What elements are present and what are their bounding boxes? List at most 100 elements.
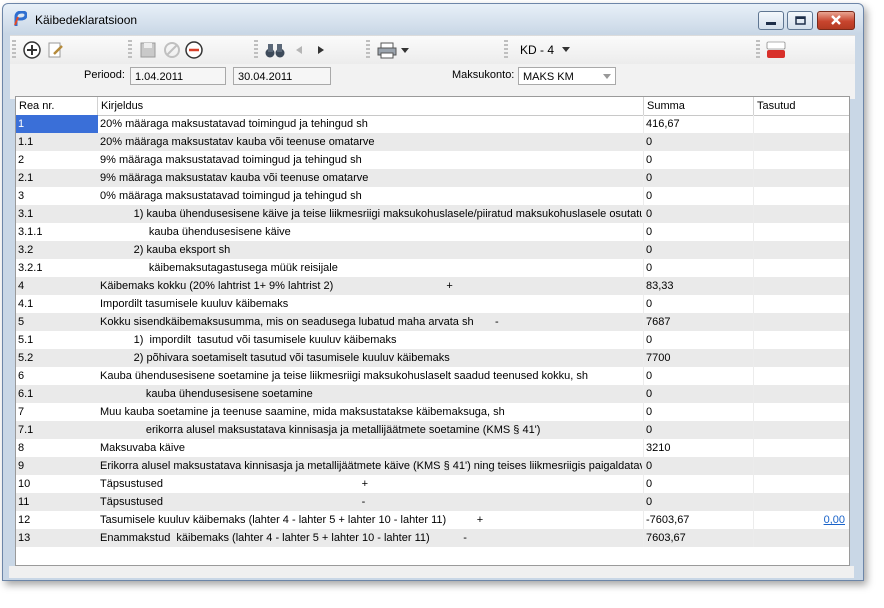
table-row[interactable]: 12 Tasumisele kuuluv käibemaks (lahter 4 … <box>16 511 849 529</box>
description-cell: Impordilt tasumisele kuuluv käibemaks <box>100 298 289 310</box>
table-row[interactable]: 3.2.1 käibemaksutagastusega müük reisija… <box>16 259 849 277</box>
paid-cell <box>754 367 849 385</box>
tax-account-value: MAKS KM <box>523 71 574 83</box>
description-cell: 1) kauba ühendusesisene käive ja teise l… <box>100 208 642 220</box>
paid-cell <box>754 295 849 313</box>
paid-cell <box>754 331 849 349</box>
header-row-nr[interactable]: Rea nr. <box>16 97 98 115</box>
paid-cell <box>754 457 849 475</box>
paid-cell <box>754 475 849 493</box>
toolbar-grip-3[interactable] <box>254 40 258 60</box>
sum-cell: 83,33 <box>646 280 674 292</box>
close-button[interactable] <box>817 11 855 30</box>
period-start-field[interactable]: 1.04.2011 <box>130 67 226 85</box>
row-number-cell: 6 <box>18 370 25 382</box>
printer-dropdown-icon[interactable] <box>400 40 410 60</box>
header-description[interactable]: Kirjeldus <box>98 97 644 115</box>
toolbar-grip-5[interactable] <box>504 40 508 60</box>
tax-account-select[interactable]: MAKS KM <box>518 67 616 85</box>
sum-cell: 7700 <box>646 352 671 364</box>
tax-account-label: Maksukonto: <box>452 69 515 81</box>
description-cell: Enammakstud käibemaks (lahter 4 - lahter… <box>100 532 467 544</box>
table-row[interactable]: 3.1 1) kauba ühendusesisene käive ja tei… <box>16 205 849 223</box>
description-cell: Erikorra alusel maksustatava kinnisasja … <box>100 460 642 472</box>
edit-icon[interactable] <box>46 40 66 60</box>
header-paid[interactable]: Tasutud <box>754 97 849 115</box>
table-row[interactable]: 1.1 20% määraga maksustatav kauba või tee… <box>16 133 849 151</box>
toolbar-grip[interactable] <box>12 40 16 60</box>
table-row[interactable]: 10 Täpsustused + 0 <box>16 475 849 493</box>
paid-cell <box>754 133 849 151</box>
minimize-button[interactable] <box>758 11 784 30</box>
table-row[interactable]: 4.1 Impordilt tasumisele kuuluv käibemaks… <box>16 295 849 313</box>
table-row[interactable]: 2 9% määraga maksustatavad toimingud ja t… <box>16 151 849 169</box>
period-end-field[interactable]: 30.04.2011 <box>233 67 331 85</box>
table-header: Rea nr. Kirjeldus Summa Tasutud <box>16 97 849 116</box>
description-cell: 20% määraga maksustatavad toimingud ja t… <box>100 118 368 130</box>
table-row[interactable]: 6 Kauba ühendusesisene soetamine ja teise… <box>16 367 849 385</box>
row-number-cell: 1 <box>16 115 98 133</box>
table-row[interactable]: 2.1 9% määraga maksustatav kauba või teen… <box>16 169 849 187</box>
row-number-cell: 2 <box>18 154 25 166</box>
paid-cell <box>754 529 849 547</box>
next-icon[interactable] <box>314 40 328 60</box>
row-number-cell: 8 <box>18 442 25 454</box>
toolbar: KD - 4 <box>10 35 855 65</box>
table-row[interactable]: 5 Kokku sisendkäibemaksusumma, mis on sea… <box>16 313 849 331</box>
sum-cell: 416,67 <box>646 118 680 130</box>
column-divider <box>753 115 754 547</box>
table-row[interactable]: 3.2 2) kauba eksport sh 0 <box>16 241 849 259</box>
report-selector-label: KD - 4 <box>520 43 555 57</box>
table-row[interactable]: 8 Maksuvaba käive 3210 <box>16 439 849 457</box>
header-sum[interactable]: Summa <box>644 97 754 115</box>
table-row[interactable]: 11 Täpsustused - 0 <box>16 493 849 511</box>
toolbar-grip-6[interactable] <box>756 40 760 60</box>
paid-cell[interactable]: 0,00 <box>754 511 849 529</box>
delete-icon[interactable] <box>184 40 204 60</box>
table-row[interactable]: 3 0% määraga maksustatavad toimingud ja t… <box>16 187 849 205</box>
description-cell: Täpsustused + <box>100 478 369 490</box>
toolbar-grip-2[interactable] <box>128 40 132 60</box>
printer-icon[interactable] <box>376 40 398 60</box>
cancel-icon[interactable] <box>162 40 182 60</box>
add-icon[interactable] <box>22 40 42 60</box>
table-row[interactable]: 6.1 kauba ühendusesisene soetamine 0 <box>16 385 849 403</box>
paid-cell <box>754 187 849 205</box>
sum-cell: 0 <box>646 262 653 274</box>
table-row[interactable]: 9 Erikorra alusel maksustatava kinnisasja… <box>16 457 849 475</box>
save-icon[interactable] <box>138 40 158 60</box>
description-cell: 9% määraga maksustatav kauba või teenuse… <box>100 172 369 184</box>
youtube-icon[interactable] <box>766 40 786 60</box>
sum-cell: 0 <box>646 298 653 310</box>
description-cell: 9% määraga maksustatavad toimingud ja te… <box>100 154 362 166</box>
row-number-cell: 9 <box>18 460 25 472</box>
app-logo-icon <box>14 11 27 26</box>
row-number-cell: 10 <box>18 478 31 490</box>
table-row[interactable]: 1 20% määraga maksustatavad toimingud ja … <box>16 115 849 133</box>
toolbar-grip-4[interactable] <box>366 40 370 60</box>
description-cell: Tasumisele kuuluv käibemaks (lahter 4 - … <box>100 514 484 526</box>
table-row[interactable]: 13 Enammakstud käibemaks (lahter 4 - laht… <box>16 529 849 547</box>
table-row[interactable]: 7 Muu kauba soetamine ja teenuse saamine,… <box>16 403 849 421</box>
sum-cell: 0 <box>646 226 653 238</box>
sum-cell: 0 <box>646 370 653 382</box>
table-row[interactable]: 5.2 2) põhivara soetamiselt tasutud või … <box>16 349 849 367</box>
maximize-button[interactable] <box>787 11 813 30</box>
status-bar <box>9 566 854 578</box>
title-bar[interactable]: Käibedeklaratsioon <box>3 4 863 34</box>
sum-cell: 0 <box>646 406 653 418</box>
table-row[interactable]: 5.1 1) impordilt tasutud või tasumisele … <box>16 331 849 349</box>
paid-cell <box>754 493 849 511</box>
binoculars-icon[interactable] <box>264 40 286 60</box>
paid-cell <box>754 169 849 187</box>
table-row[interactable]: 7.1 erikorra alusel maksustatava kinnisa… <box>16 421 849 439</box>
sum-cell: 0 <box>646 388 653 400</box>
paid-cell <box>754 313 849 331</box>
table-row[interactable]: 4 Käibemaks kokku (20% lahtrist 1+ 9% lah… <box>16 277 849 295</box>
report-selector[interactable]: KD - 4 <box>520 43 571 57</box>
table-row[interactable]: 3.1.1 kauba ühendusesisene käive 0 <box>16 223 849 241</box>
row-number-cell: 7.1 <box>18 424 34 436</box>
column-divider <box>643 115 644 547</box>
prev-icon[interactable] <box>292 40 306 60</box>
paid-cell <box>754 205 849 223</box>
